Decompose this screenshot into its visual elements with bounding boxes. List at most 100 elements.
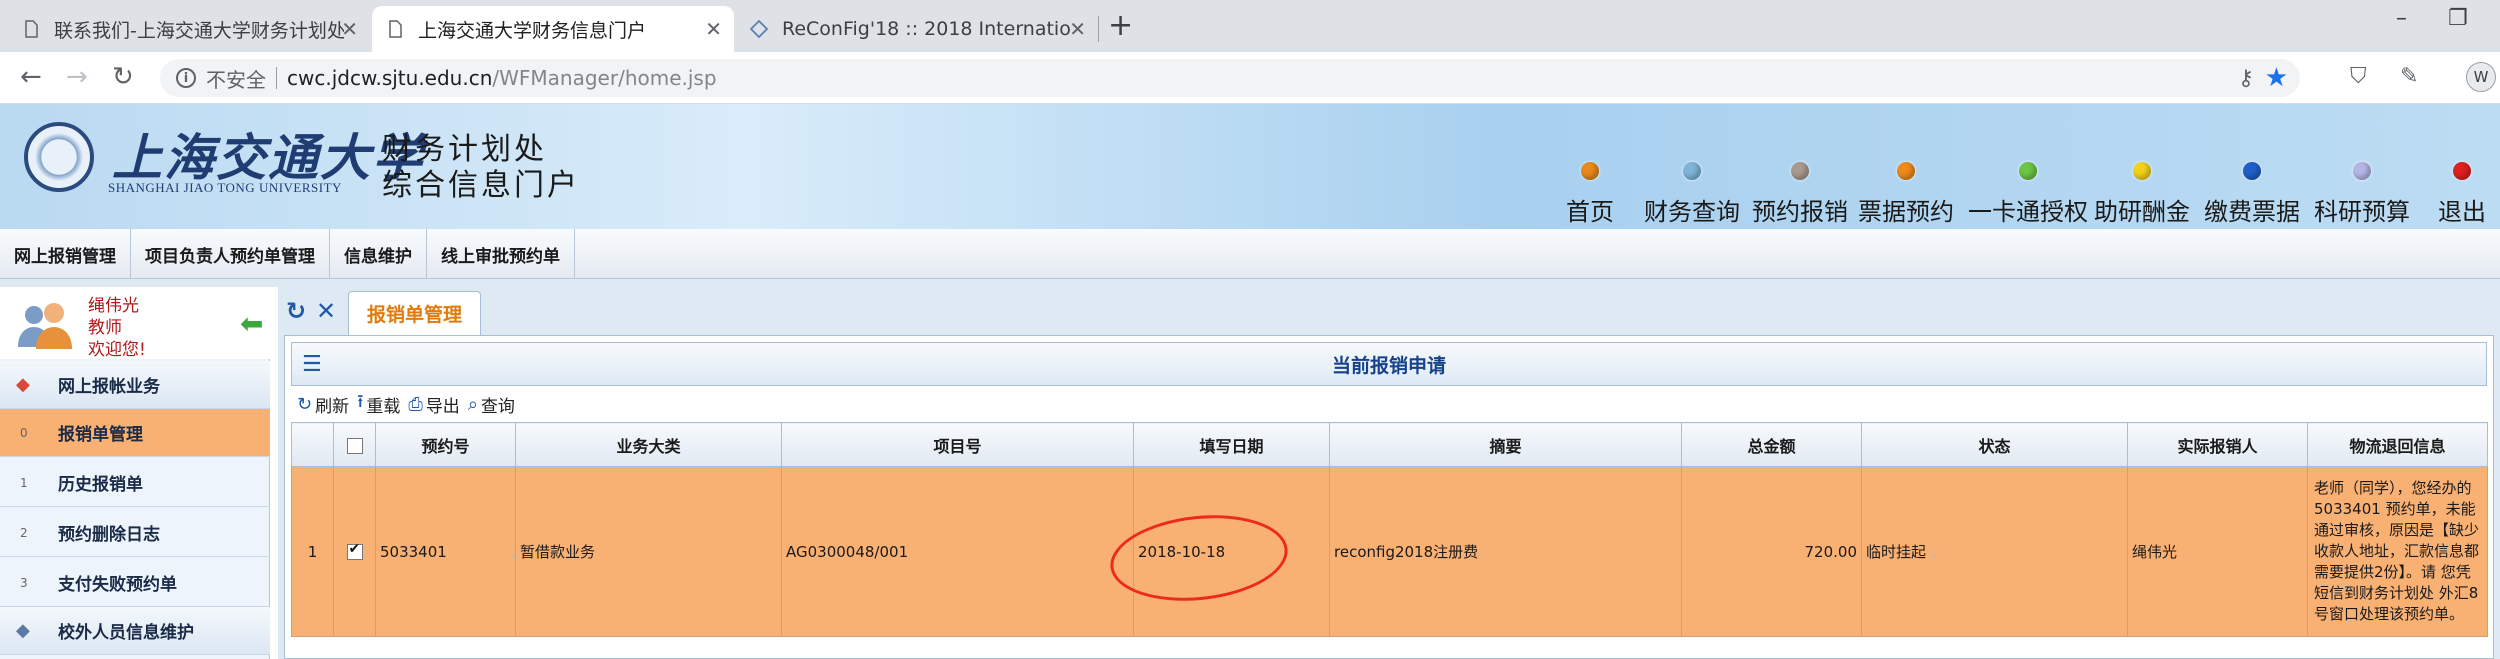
- nav-label: 票据预约: [1858, 198, 1954, 226]
- nav-label: 缴费票据: [2204, 198, 2300, 226]
- browser-tab-1[interactable]: 联系我们-上海交通大学财务计划处 ✕: [8, 6, 370, 52]
- header-rownum: [291, 422, 334, 467]
- nav-orb-icon: [2353, 162, 2371, 180]
- nav-label: 助研酬金: [2094, 198, 2190, 226]
- upload-arrow-icon: ⭱: [357, 391, 364, 412]
- sidebar-item-reimbursement-management[interactable]: 0 报销单管理: [0, 409, 270, 457]
- row-select[interactable]: [333, 466, 376, 637]
- tab-title: ReConFig'18 :: 2018 Internation: [782, 18, 1072, 40]
- column-header[interactable]: 摘要: [1329, 422, 1682, 467]
- sidebar-item-label: 支付失败预约单: [58, 575, 177, 595]
- nav-research-pay[interactable]: 助研酬金: [2094, 162, 2190, 227]
- browser-tab-bar: 联系我们-上海交通大学财务计划处 ✕ 上海交通大学财务信息门户 ✕ ReConF…: [0, 0, 2500, 52]
- cell-date: 2018-10-18: [1133, 466, 1330, 637]
- sidebar-item-payment-failed[interactable]: 3 支付失败预约单: [0, 559, 270, 607]
- sidebar-section-reimbursement[interactable]: ◆ 网上报帐业务: [0, 361, 270, 409]
- sidebar-item-index: 2: [20, 525, 28, 540]
- row-checkbox[interactable]: [346, 541, 363, 560]
- portal-title-line2: 综合信息门户: [382, 168, 580, 203]
- close-icon[interactable]: ✕: [705, 17, 722, 41]
- menu-pi-booking[interactable]: 项目负责人预约单管理: [131, 229, 330, 279]
- header-select-all[interactable]: [333, 422, 376, 467]
- column-header[interactable]: 物流退回信息: [2307, 422, 2488, 467]
- key-icon[interactable]: ⚷: [2238, 66, 2254, 91]
- grid-title: 当前报销申请: [1331, 354, 1446, 377]
- close-icon[interactable]: ✕: [1069, 17, 1086, 41]
- menu-online-reimbursement[interactable]: 网上报销管理: [0, 229, 131, 279]
- tool-label: 刷新: [315, 396, 350, 417]
- nav-reimbursement-booking[interactable]: 预约报销: [1752, 162, 1848, 227]
- nav-finance-query[interactable]: 财务查询: [1644, 162, 1740, 227]
- column-header[interactable]: 状态: [1861, 422, 2128, 467]
- cell-status: 临时挂起: [1861, 466, 2128, 637]
- search-icon: ⌕: [467, 393, 478, 415]
- column-header[interactable]: 总金额: [1681, 422, 1862, 467]
- minimize-icon[interactable]: –: [2396, 6, 2407, 31]
- refresh-icon: ↻: [297, 393, 313, 415]
- refresh-button[interactable]: ↻ 刷新: [297, 392, 349, 417]
- shield-extension-icon[interactable]: ⛉: [2350, 64, 2367, 89]
- sidebar-item-index: 0: [20, 425, 28, 440]
- url-input[interactable]: i 不安全 cwc.jdcw.sjtu.edu.cn/WFManager/hom…: [160, 59, 2300, 97]
- nav-label: 科研预算: [2314, 198, 2410, 226]
- grid-title-bar: ☰ 当前报销申请: [291, 342, 2487, 386]
- profile-avatar[interactable]: W: [2466, 62, 2496, 92]
- column-header[interactable]: 填写日期: [1133, 422, 1330, 467]
- nav-orb-icon: [2019, 162, 2037, 180]
- grid-toolbar: ↻ 刷新 ⭱ 重载 ⎙ 导出 ⌕ 查询: [291, 386, 2487, 422]
- tool-label: 查询: [480, 396, 515, 417]
- refresh-tabs-icon[interactable]: ↻: [286, 297, 306, 325]
- browser-tab-3[interactable]: ReConFig'18 :: 2018 Internation ✕: [736, 6, 1098, 52]
- close-tabs-icon[interactable]: ✕: [316, 297, 336, 325]
- cell-booking-no: 5033401: [375, 466, 516, 637]
- forward-icon[interactable]: →: [66, 62, 88, 92]
- nav-label: 财务查询: [1644, 198, 1740, 226]
- back-icon[interactable]: ←: [20, 62, 42, 92]
- nav-logout[interactable]: 退出: [2438, 162, 2486, 227]
- sidebar-section-external-personnel[interactable]: ◆ 校外人员信息维护: [0, 607, 270, 655]
- menu-info-maintenance[interactable]: 信息维护: [330, 229, 427, 279]
- sidebar-item-label: 预约删除日志: [58, 525, 160, 545]
- column-header[interactable]: 实际报销人: [2127, 422, 2308, 467]
- new-tab-icon[interactable]: +: [1108, 8, 1133, 43]
- search-button[interactable]: ⌕ 查询: [468, 392, 515, 417]
- nav-payment-receipts[interactable]: 缴费票据: [2204, 162, 2300, 227]
- tab-reimbursement-management[interactable]: 报销单管理: [348, 291, 482, 335]
- collapse-arrow-icon[interactable]: ⬅: [240, 307, 263, 340]
- cell-claimant: 绳伟光: [2127, 466, 2308, 637]
- sidebar-item-delete-log[interactable]: 2 预约删除日志: [0, 509, 270, 557]
- column-header[interactable]: 业务大类: [515, 422, 782, 467]
- diamond-arrow-icon: ◆: [16, 620, 30, 641]
- sidebar-item-history[interactable]: 1 历史报销单: [0, 459, 270, 507]
- select-all-checkbox[interactable]: [346, 437, 363, 454]
- table-row[interactable]: 1 5033401 暂借款业务 AG0300048/001 2018-10-18…: [291, 466, 2488, 637]
- info-icon[interactable]: i: [176, 68, 196, 88]
- tool-label: 导出: [425, 396, 460, 417]
- nav-label: 退出: [2438, 198, 2486, 226]
- nav-orb-icon: [2133, 162, 2151, 180]
- export-button[interactable]: ⎙ 导出: [408, 392, 459, 417]
- nav-label: 首页: [1566, 198, 1614, 226]
- nav-orb-icon: [1791, 162, 1809, 180]
- bookmark-star-icon[interactable]: ★: [2265, 63, 2288, 93]
- table-header-row: 预约号 业务大类 项目号 填写日期 摘要 总金额 状态 实际报销人 物流退回信息: [291, 422, 2488, 467]
- content-panel: ☰ 当前报销申请 ↻ 刷新 ⭱ 重载 ⎙ 导出 ⌕ 查询 预约号 业务大类 项目号 填写…: [284, 335, 2494, 659]
- nav-card-authorization[interactable]: 一卡通授权: [1968, 162, 2088, 227]
- nav-label: 预约报销: [1752, 198, 1848, 226]
- menu-online-approval[interactable]: 线上审批预约单: [427, 229, 575, 279]
- content-tab-strip: ↻ ✕ 报销单管理: [278, 287, 2500, 335]
- restore-icon[interactable]: ❐: [2448, 6, 2468, 31]
- nav-research-budget[interactable]: 科研预算: [2314, 162, 2410, 227]
- browser-tab-2[interactable]: 上海交通大学财务信息门户 ✕: [372, 6, 734, 52]
- nav-home[interactable]: 首页: [1566, 162, 1614, 227]
- reload-button[interactable]: ⭱ 重载: [357, 389, 400, 419]
- nav-invoice-booking[interactable]: 票据预约: [1858, 162, 1954, 227]
- translate-extension-icon[interactable]: ✎: [2400, 64, 2418, 89]
- reload-icon[interactable]: ↻: [112, 62, 134, 92]
- column-header[interactable]: 预约号: [375, 422, 516, 467]
- tab-divider: [1098, 16, 1099, 42]
- main-panel: ↻ ✕ 报销单管理 ☰ 当前报销申请 ↻ 刷新 ⭱ 重载 ⎙ 导出 ⌕ 查询 预约号 业…: [278, 287, 2500, 659]
- column-header[interactable]: 项目号: [781, 422, 1134, 467]
- close-icon[interactable]: ✕: [341, 17, 358, 41]
- tab-title: 上海交通大学财务信息门户: [418, 19, 647, 42]
